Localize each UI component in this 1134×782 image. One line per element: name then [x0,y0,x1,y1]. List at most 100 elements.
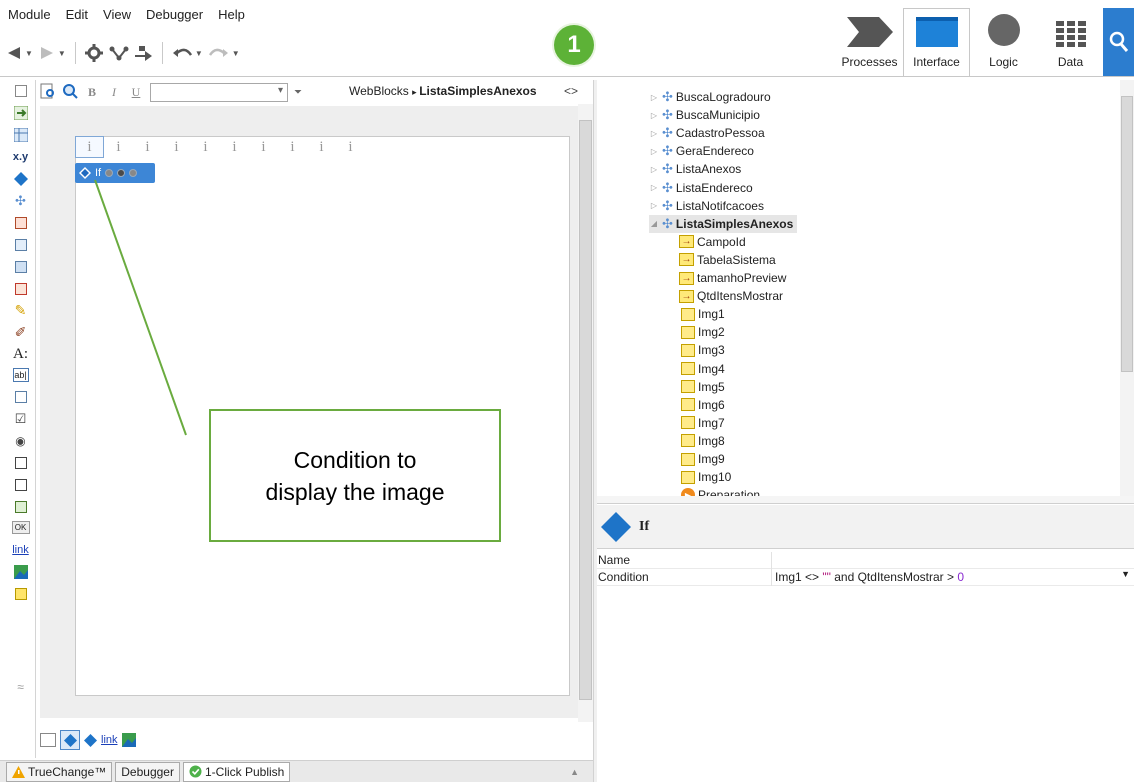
placeholder-2[interactable]: i [104,136,133,158]
search-button[interactable] [1103,8,1134,76]
forward-button[interactable]: ▼ [39,46,66,60]
palette-paint[interactable]: ✐ [9,322,33,343]
palette-list-records[interactable] [9,234,33,255]
expand-icon[interactable]: ▷ [649,111,659,120]
tree-item-variable[interactable]: Img3 [681,341,725,359]
placeholder-3[interactable]: i [133,136,162,158]
palette-upload[interactable] [9,496,33,517]
tree-item-preparation[interactable]: ▶ Preparation [681,486,760,496]
settings-button[interactable] [84,44,103,62]
placeholder-10[interactable]: i [336,136,365,158]
placeholder-9[interactable]: i [307,136,336,158]
palette-password[interactable] [9,386,33,407]
if-selected-button[interactable] [60,730,80,750]
tree-item-webblock[interactable]: ▷ ✣ CadastroPessoa [649,124,765,142]
bold-button[interactable]: B [84,85,100,100]
tree-item-variable[interactable]: Img5 [681,378,725,396]
collapse-panel-button[interactable]: <> [564,84,578,98]
tree-item-variable[interactable]: Img6 [681,396,725,414]
preview-button[interactable] [40,83,56,102]
expand-icon[interactable]: ▷ [649,129,659,138]
refactor-button[interactable] [134,45,153,61]
image-icon[interactable] [121,733,136,747]
tab-processes[interactable]: Processes [836,8,903,76]
style-class-select[interactable] [150,82,288,102]
palette-if[interactable] [9,168,33,189]
tree-item-webblock[interactable]: ▷ ✣ ListaEndereco [649,179,753,197]
tree-item-webblock[interactable]: ▷ ✣ BuscaLogradouro [649,88,771,106]
menu-help[interactable]: Help [218,7,245,22]
if-widget[interactable]: If [75,163,155,183]
tab-1-click-publish[interactable]: 1-Click Publish [182,761,291,782]
palette-collapse[interactable]: ≈ [9,676,33,697]
tab-truechange[interactable]: TrueChange™ [6,761,113,782]
tree-item-webblock[interactable]: ▷ ✣ ListaNotifcacoes [649,197,764,215]
tab-logic[interactable]: Logic [970,8,1037,76]
tree-item-input[interactable]: → CampoId [679,233,746,251]
menu-edit[interactable]: Edit [66,7,88,22]
container-icon[interactable] [40,733,56,747]
palette-image[interactable] [9,561,33,582]
palette-container[interactable] [9,80,33,101]
palette-form[interactable] [9,212,33,233]
placeholder-6[interactable]: i [220,136,249,158]
palette-input[interactable]: ab| [12,368,29,382]
tree-item-variable[interactable]: Img10 [681,468,731,486]
palette-list-box[interactable] [9,474,33,495]
palette-refresh[interactable] [9,102,33,123]
tree-item-variable[interactable]: Img1 [681,305,725,323]
tree-item-variable[interactable]: Img9 [681,450,725,468]
expand-icon[interactable]: ▷ [649,165,659,174]
palette-expression[interactable]: x.y [9,146,33,167]
expand-icon[interactable]: ▷ [649,183,659,192]
palette-link[interactable]: link [9,539,33,560]
property-condition-value[interactable]: Img1 <> "" and QtdItensMostrar > 0 ▼ [772,569,1134,584]
link-widget[interactable]: link [101,734,118,746]
tree-item-input[interactable]: → tamanhoPreview [679,269,786,287]
tree-item-variable[interactable]: Img2 [681,323,725,341]
canvas-scrollbar-thumb[interactable] [579,120,592,700]
underline-button[interactable]: U [128,85,144,100]
placeholder-4[interactable]: i [162,136,191,158]
palette-table-records[interactable] [9,256,33,277]
undo-button[interactable]: ▼ [172,46,203,60]
tree-divider[interactable] [597,496,1134,504]
placeholder-5[interactable]: i [191,136,220,158]
placeholder-1[interactable]: i [75,136,104,158]
back-button[interactable]: ▼ [6,46,33,60]
palette-checkbox[interactable]: ☑ [9,408,33,429]
tree-item-webblock[interactable]: ▷ ✣ ListaAnexos [649,160,741,178]
redo-button[interactable]: ▼ [208,46,240,60]
tab-debugger[interactable]: Debugger [115,761,180,782]
collapse-icon[interactable]: ◢ [649,219,659,228]
tab-interface[interactable]: Interface [903,8,970,76]
dependencies-button[interactable] [109,45,129,61]
tree-item-webblock[interactable]: ▷ ✣ BuscaMunicipio [649,106,760,124]
palette-tooltip[interactable] [9,583,33,604]
breadcrumb-webblocks[interactable]: WebBlocks [349,84,409,98]
tab-data[interactable]: Data [1037,8,1104,76]
menu-module[interactable]: Module [8,7,51,22]
chevron-down-icon[interactable]: ▼ [1121,569,1130,579]
palette-combo[interactable] [9,452,33,473]
tree-item-input[interactable]: → QtdItensMostrar [679,287,783,305]
tree-item-selected-webblock[interactable]: ◢ ✣ ListaSimplesAnexos [649,214,798,233]
palette-button[interactable]: OK [11,521,30,534]
palette-edit-record[interactable] [9,278,33,299]
palette-edit[interactable]: ✎ [9,300,33,321]
palette-webblock[interactable]: ✣ [9,190,33,211]
expand-icon[interactable]: ▷ [649,201,659,210]
menu-view[interactable]: View [103,7,131,22]
style-menu-button[interactable]: ⏷ [294,87,302,98]
panel-expand-icon[interactable]: ▲ [570,767,579,777]
tree-item-variable[interactable]: Img4 [681,360,725,378]
palette-table[interactable] [9,124,33,145]
if-diamond-icon[interactable] [84,733,97,747]
placeholder-7[interactable]: i [249,136,278,158]
palette-text[interactable]: A: [9,344,33,365]
italic-button[interactable]: I [106,85,122,100]
placeholder-8[interactable]: i [278,136,307,158]
menu-debugger[interactable]: Debugger [146,7,203,22]
tree-item-variable[interactable]: Img8 [681,432,725,450]
zoom-button[interactable] [62,83,78,102]
